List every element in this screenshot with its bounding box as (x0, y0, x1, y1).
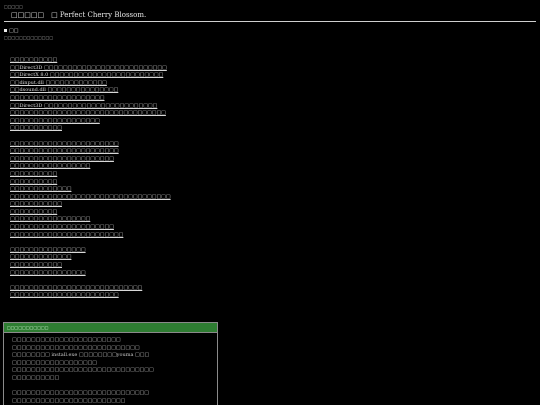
faq-link[interactable]: □□□□□□□□□□□□□□□□ (10, 247, 171, 255)
faq-link[interactable]: □□□□□□□□□□□ (10, 201, 171, 209)
panel-text-line: □□□□□□□□ install.exe □□□□□□□□youma □□□ (12, 352, 150, 359)
faq-link[interactable]: □□□□□□□□□□□□□□□□□ (10, 163, 171, 171)
info-panel: □□□□□□□□□□□ □□□□□□□□□□□□□□□□□□□□□□□ □□□□□… (3, 322, 218, 405)
faq-link[interactable]: □□□□□□□□□□ (10, 171, 171, 179)
faq-link[interactable]: □□□□□□□□□□ (10, 179, 171, 187)
faq-link[interactable]: □□dsound.dll □□□□□□□□□□□□□□□ (10, 87, 171, 95)
section-subtitle: □□□□□□□□□□□□□ (4, 35, 54, 40)
faq-link[interactable]: □□□□□□□□□□□□□□□□□□□□□□ (10, 224, 171, 232)
section-heading-text: □□ (9, 28, 19, 34)
faq-link[interactable]: □□dinput.dll □□□□□□□□□□□□□ (10, 80, 171, 88)
section-heading: □□ (4, 28, 18, 34)
faq-link[interactable]: □□□□□□□□□□□□□□□□□□□□□□□□□□□□ (10, 285, 171, 293)
faq-link[interactable]: □□□□□□□□□□□ (10, 262, 171, 270)
faq-link[interactable]: □□□□□□□□□□□□□□□□□□□□□□□ (10, 148, 171, 156)
faq-link[interactable]: □□□□□□□□□□□□□□□□□□□□□□□□□□□□□□□□□ (10, 110, 171, 118)
link-group-spacer (10, 133, 171, 141)
faq-link[interactable]: □□□□□□□□□□□□□□□□□□□ (10, 118, 171, 126)
faq-link[interactable]: □□□□□□□□□□□ (10, 125, 171, 133)
faq-link[interactable]: □□□□□□□□□□□□□□□□□ (10, 216, 171, 224)
panel-text-line: □□□□□□□□□□□□□□□□□□ (12, 359, 98, 366)
panel-text-line: □□□□□□□□□□□□□□□□□□□□□□□□□□□□□ (12, 390, 149, 397)
faq-link[interactable]: □□DirectX 8.0 □□□□□□□□□□□□□□□□□□□□□□□□ (10, 72, 171, 80)
panel-text-line: □□□□□□□□□□ (12, 374, 60, 381)
faq-link[interactable]: □□□□□□□□□□ (10, 57, 171, 65)
link-group-spacer (10, 239, 171, 247)
faq-link[interactable]: □□□□□□□□□□□□□□□□□□□□□□□ (10, 141, 171, 149)
faq-link-list: □□□□□□□□□□ □□Direct3D □□□□□□□□□□□□□□□□□□□… (10, 57, 171, 300)
panel-text-line: □□□□□□□□□□□□□□□□□□□□□□□□ (12, 397, 126, 404)
panel-text-line: □□□□□□□□□□□□□□□□□□□□□□□□□□□□□□ (12, 367, 154, 374)
faq-link[interactable]: □□□□□□□□□□□□□□□□ (10, 270, 171, 278)
info-panel-header: □□□□□□□□□□□ (4, 323, 217, 333)
faq-link[interactable]: □□□□□□□□□□□□□□□□□□□□□□□ (10, 292, 171, 300)
faq-link[interactable]: □□□□□□□□□□□□□□□□□□□□□□□□ (10, 232, 171, 240)
corner-mark: □□□□□ (4, 4, 23, 9)
panel-text-line: □□□□□□□□□□□□□□□□□□□□□□□□□□□ (12, 344, 140, 351)
faq-link[interactable]: □□□□□□□□□□□□□ (10, 254, 171, 262)
faq-link[interactable]: □□□□□□□□□□□□□□□□□□□□□□ (10, 156, 171, 164)
faq-link[interactable]: □□□□□□□□□□□□□ (10, 186, 171, 194)
divider (4, 21, 536, 22)
faq-link[interactable]: □□Direct3D □□□□□□□□□□□□□□□□□□□□□□□□□□ (10, 65, 171, 73)
bullet-square-icon (4, 29, 7, 32)
page-title: □□□□□ □ Perfect Cherry Blossom. (11, 11, 147, 19)
faq-link[interactable]: □□□□□□□□□□ (10, 209, 171, 217)
info-panel-body: □□□□□□□□□□□□□□□□□□□□□□□ □□□□□□□□□□□□□□□□□… (4, 333, 217, 405)
link-group-spacer (10, 277, 171, 285)
faq-link[interactable]: □□□□□□□□□□□□□□□□□□□□ (10, 95, 171, 103)
panel-text-line: □□□□□□□□□□□□□□□□□□□□□□□ (12, 337, 121, 343)
faq-link[interactable]: □□Direct3D □□□□□□□□□□□□□□□□□□□□□□□□ (10, 103, 171, 111)
faq-link[interactable]: □□□□□□□□□□□□□□□□□□□□□□□□□□□□□□□□□□ (10, 194, 171, 202)
panel-blank-line (12, 383, 217, 391)
